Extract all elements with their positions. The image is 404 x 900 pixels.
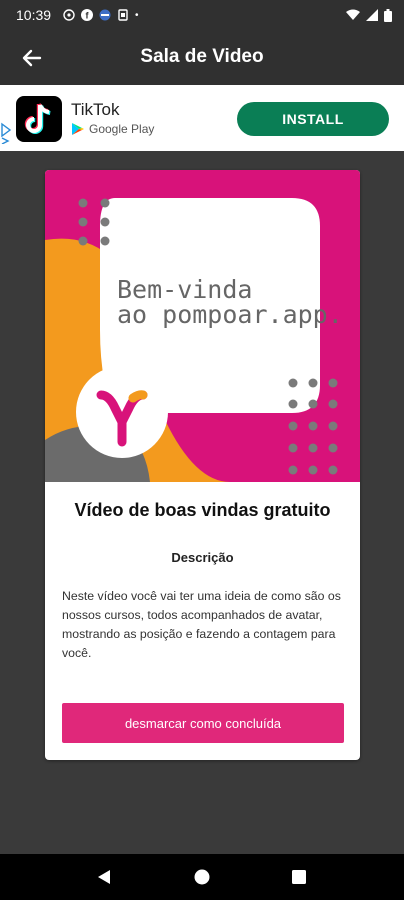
wifi-icon [346, 9, 360, 20]
globe-icon [99, 9, 111, 21]
ad-banner[interactable]: TikTok Google Play INSTALL [0, 85, 404, 151]
install-button[interactable]: INSTALL [237, 102, 389, 136]
description-text: Neste vídeo você vai ter uma ideia de co… [62, 589, 341, 660]
clipboard-icon [118, 9, 128, 21]
system-nav-bar [0, 854, 404, 900]
video-card: Bem-vinda ao pompoar.app. Vídeo de boas … [45, 170, 360, 760]
ad-store-label: Google Play [89, 122, 155, 136]
home-circle-icon[interactable] [193, 868, 211, 886]
recents-square-icon[interactable] [290, 868, 308, 886]
f-icon: f [81, 9, 94, 21]
notification-dot: • [135, 9, 139, 21]
back-triangle-icon[interactable] [95, 868, 113, 886]
hero-headline-2: ao pompoar.app. [117, 300, 343, 329]
tiktok-logo-icon[interactable] [16, 96, 62, 142]
cast-icon [63, 9, 75, 21]
google-play-icon [72, 123, 84, 135]
ad-choices-icon[interactable] [0, 120, 12, 144]
app-bar: Sala de Video [0, 30, 404, 85]
ad-store: Google Play [71, 122, 154, 136]
ad-app-name: TikTok [71, 100, 120, 119]
page-title: Sala de Video [140, 46, 264, 67]
status-bar: 10:39 f • [0, 0, 404, 30]
battery-icon [384, 8, 392, 22]
status-time: 10:39 [16, 7, 52, 23]
video-thumbnail[interactable]: Bem-vinda ao pompoar.app. [45, 170, 360, 482]
video-title: Vídeo de boas vindas gratuito [74, 500, 331, 520]
signal-icon [366, 9, 378, 21]
unmark-complete-button[interactable]: desmarcar como concluída [62, 703, 344, 743]
description-label: Descrição [171, 550, 234, 565]
